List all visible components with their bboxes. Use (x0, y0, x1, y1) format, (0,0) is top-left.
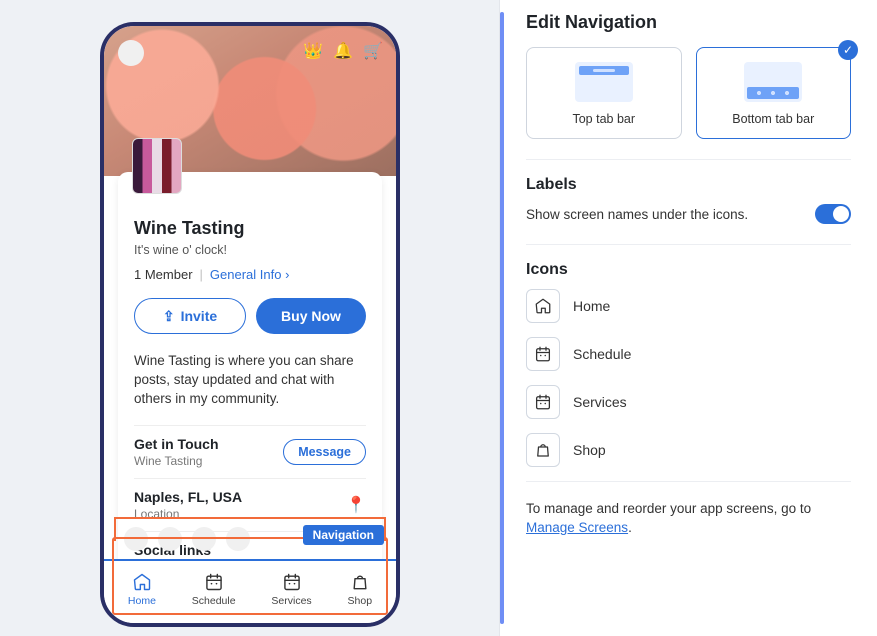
labels-toggle[interactable] (815, 204, 851, 224)
member-row: 1 Member | General Info › (134, 267, 366, 282)
nav-item-label: Home (128, 595, 156, 607)
nav-item-services[interactable]: Services (271, 572, 311, 607)
share-icon: ⇪ (163, 308, 175, 325)
calendar-icon (534, 393, 552, 411)
panel-title: Edit Navigation (526, 12, 851, 33)
location-block: Naples, FL, USA Location 📍 (134, 478, 366, 531)
icon-row-label: Home (573, 298, 610, 314)
nav-item-label: Services (271, 595, 311, 607)
icon-picker-services[interactable] (526, 385, 560, 419)
labels-toggle-text: Show screen names under the icons. (526, 207, 748, 222)
phone-preview: 👑 🔔 🛒 Wine Tasting It's wine o' clock! 1… (100, 22, 400, 627)
edit-navigation-panel: Edit Navigation Top tab bar Bottom tab b… (504, 0, 877, 636)
nav-item-label: Shop (348, 595, 373, 607)
calendar-icon (282, 572, 302, 592)
contact-block: Get in Touch Wine Tasting Message (134, 425, 366, 478)
home-icon (132, 572, 152, 592)
contact-sub: Wine Tasting (134, 454, 219, 468)
social-link-icon[interactable] (192, 527, 216, 551)
group-description: Wine Tasting is where you can share post… (134, 352, 366, 409)
bag-icon (534, 441, 552, 459)
icon-row-label: Schedule (573, 346, 631, 362)
message-button[interactable]: Message (283, 439, 366, 465)
contact-heading: Get in Touch (134, 436, 219, 452)
location-sub: Location (134, 507, 242, 521)
labels-section-title: Labels (526, 176, 851, 194)
location-heading: Naples, FL, USA (134, 489, 242, 505)
bell-icon[interactable]: 🔔 (334, 42, 352, 60)
avatar[interactable] (118, 40, 144, 66)
bottom-nav: Home Schedule Services Shop (104, 559, 396, 623)
icon-row-services: Services (526, 385, 851, 419)
bag-icon (350, 572, 370, 592)
footer-note: To manage and reorder your app screens, … (526, 500, 851, 538)
social-link-icon[interactable] (226, 527, 250, 551)
icon-picker-home[interactable] (526, 289, 560, 323)
group-thumbnail (132, 138, 182, 194)
icon-row-schedule: Schedule (526, 337, 851, 371)
social-links (124, 527, 250, 551)
general-info-link[interactable]: General Info › (210, 267, 290, 282)
bottom-tab-preview-icon (744, 62, 802, 102)
option-bottom-tab-bar[interactable]: Bottom tab bar (696, 47, 852, 139)
vip-icon[interactable]: 👑 (304, 42, 322, 60)
manage-screens-link[interactable]: Manage Screens (526, 520, 628, 535)
home-icon (534, 297, 552, 315)
nav-item-label: Schedule (192, 595, 236, 607)
icon-row-home: Home (526, 289, 851, 323)
social-link-icon[interactable] (124, 527, 148, 551)
nav-item-home[interactable]: Home (128, 572, 156, 607)
icon-row-label: Services (573, 394, 627, 410)
content-card: Wine Tasting It's wine o' clock! 1 Membe… (118, 172, 382, 572)
buy-now-button[interactable]: Buy Now (256, 298, 366, 334)
invite-button[interactable]: ⇪ Invite (134, 298, 246, 334)
cart-icon[interactable]: 🛒 (364, 42, 382, 60)
social-link-icon[interactable] (158, 527, 182, 551)
option-top-tab-bar[interactable]: Top tab bar (526, 47, 682, 139)
option-label: Top tab bar (572, 112, 635, 126)
calendar-icon (534, 345, 552, 363)
top-tab-preview-icon (575, 62, 633, 102)
icon-row-label: Shop (573, 442, 606, 458)
calendar-icon (204, 572, 224, 592)
icon-picker-shop[interactable] (526, 433, 560, 467)
group-title: Wine Tasting (134, 218, 366, 239)
icon-row-shop: Shop (526, 433, 851, 467)
option-label: Bottom tab bar (732, 112, 814, 126)
nav-item-schedule[interactable]: Schedule (192, 572, 236, 607)
navigation-badge: Navigation (303, 525, 384, 545)
nav-item-shop[interactable]: Shop (348, 572, 373, 607)
tagline: It's wine o' clock! (134, 243, 366, 257)
member-count: 1 Member (134, 267, 193, 282)
icons-section-title: Icons (526, 261, 851, 279)
pin-icon[interactable]: 📍 (346, 495, 366, 515)
icon-picker-schedule[interactable] (526, 337, 560, 371)
